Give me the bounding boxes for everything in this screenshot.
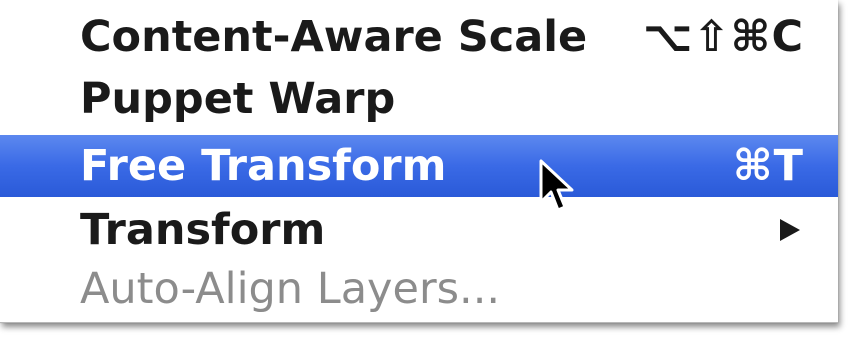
menu-item-label: Puppet Warp — [80, 74, 396, 124]
menu-item-content-aware-scale[interactable]: Content-Aware Scale ⌥⇧⌘C — [0, 6, 838, 68]
menu-item-label: Transform — [80, 205, 326, 255]
menu-item-free-transform[interactable]: Free Transform ⌘T — [0, 135, 838, 197]
menu-item-puppet-warp[interactable]: Puppet Warp — [0, 68, 838, 130]
menu-item-label: Free Transform — [80, 141, 447, 191]
menu-item-auto-align-layers: Auto-Align Layers... — [0, 258, 838, 320]
menu-item-transform[interactable]: Transform — [0, 199, 838, 261]
arrow-pointer-icon — [539, 159, 574, 212]
menu-item-shortcut: ⌘T — [732, 141, 804, 191]
menu-item-label: Auto-Align Layers... — [80, 264, 501, 314]
menu-item-label: Content-Aware Scale — [80, 12, 588, 62]
context-menu: Content-Aware Scale ⌥⇧⌘C Puppet Warp Fre… — [0, 0, 838, 323]
submenu-arrow-icon — [780, 219, 800, 241]
menu-item-shortcut: ⌥⇧⌘C — [642, 12, 804, 62]
